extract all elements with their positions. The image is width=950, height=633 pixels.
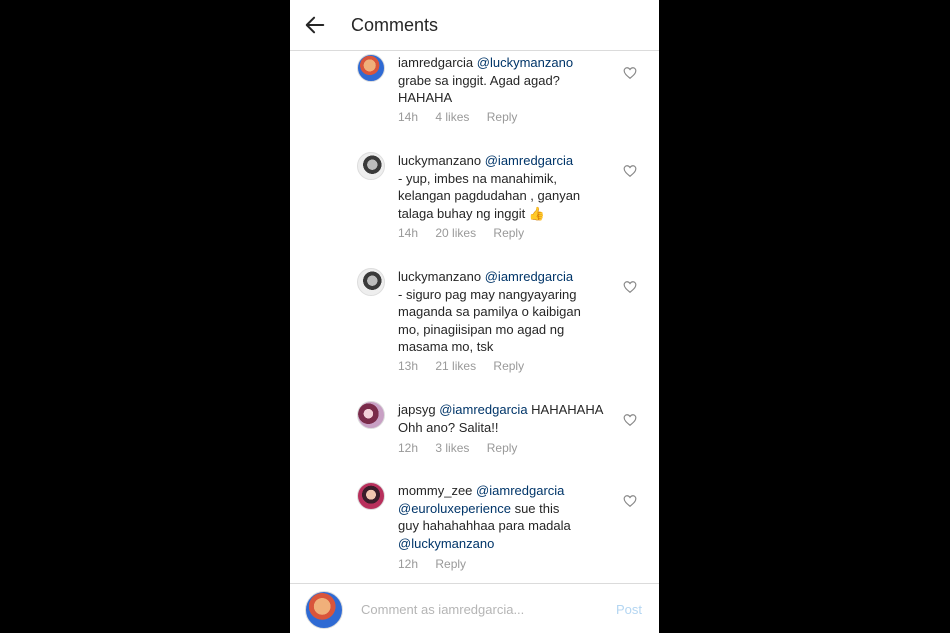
comment-time: 14h — [398, 110, 419, 124]
reply-button[interactable]: Reply — [435, 557, 466, 571]
comment-mention[interactable]: @euroluxeperience — [398, 501, 511, 516]
comment-text: mommy_zee @iamredgarcia @euroluxeperienc… — [398, 482, 618, 552]
comment-text: iamredgarcia @luckymanzano grabe sa ingg… — [398, 54, 618, 107]
comment-line: guy hahahahhaa para madala — [398, 518, 571, 533]
comment-meta: 13h 21 likes Reply — [398, 359, 538, 373]
comment-mention[interactable]: @iamredgarcia — [485, 269, 573, 284]
comment-username[interactable]: luckymanzano — [398, 269, 481, 284]
comment-line: maganda sa pamilya o kaibigan — [398, 304, 581, 319]
comment-meta: 14h 20 likes Reply — [398, 226, 538, 240]
comment-meta: 12h 3 likes Reply — [398, 441, 531, 455]
heart-icon[interactable] — [623, 280, 637, 294]
comment-mention[interactable]: @iamredgarcia — [485, 153, 573, 168]
reply-button[interactable]: Reply — [487, 110, 518, 124]
heart-icon[interactable] — [623, 494, 637, 508]
comment-username[interactable]: luckymanzano — [398, 153, 481, 168]
comment-likes[interactable]: 21 likes — [435, 359, 476, 373]
comment-mention[interactable]: @luckymanzano — [398, 536, 494, 551]
header-bar: Comments — [290, 0, 659, 51]
comment-text: luckymanzano @iamredgarcia - siguro pag … — [398, 268, 618, 356]
comment-line: talaga buhay ng inggit 👍 — [398, 205, 546, 221]
comment-mention[interactable]: @iamredgarcia — [439, 402, 527, 417]
comment-mention[interactable]: @luckymanzano — [477, 55, 573, 70]
comment-username[interactable]: iamredgarcia — [398, 55, 473, 70]
comment-line: kelangan pagdudahan , ganyan — [398, 188, 581, 203]
comment-line: HAHAHAHA — [531, 402, 604, 417]
comment-line: Ohh ano? Salita!! — [398, 419, 499, 435]
comment-text: japsyg @iamredgarcia HAHAHAHA Ohh ano? S… — [398, 401, 638, 436]
avatar — [305, 591, 343, 629]
comment-line: HAHAHA — [398, 90, 453, 105]
comment-username[interactable]: mommy_zee — [398, 483, 472, 498]
comment-line: - siguro pag may nangyayaring — [398, 286, 577, 302]
comment-line: masama mo, tsk — [398, 339, 494, 354]
avatar[interactable] — [357, 401, 385, 429]
comment-line: grabe sa inggit. Agad agad? — [398, 72, 560, 88]
page-title: Comments — [351, 15, 439, 35]
heart-icon[interactable] — [623, 66, 637, 80]
avatar[interactable] — [357, 268, 385, 296]
comment-meta: 12h Reply — [398, 557, 480, 571]
comment-line: - yup, imbes na manahimik, — [398, 170, 557, 186]
comment-time: 12h — [398, 557, 419, 571]
reply-button[interactable]: Reply — [493, 359, 524, 373]
post-button[interactable]: Post — [616, 602, 642, 617]
comment-time: 12h — [398, 441, 419, 455]
comment-likes[interactable]: 3 likes — [435, 441, 469, 455]
comment-input[interactable] — [361, 600, 591, 618]
comment-time: 14h — [398, 226, 419, 240]
avatar[interactable] — [357, 152, 385, 180]
avatar[interactable] — [357, 54, 385, 82]
comments-screen: Comments iamredgarcia @luckymanzano grab… — [290, 0, 659, 633]
comment-mention[interactable]: @iamredgarcia — [476, 483, 564, 498]
comment-likes[interactable]: 4 likes — [435, 110, 469, 124]
comment-meta: 14h 4 likes Reply — [398, 110, 531, 124]
comment-line: sue this — [514, 500, 560, 516]
arrow-left-icon[interactable] — [304, 14, 326, 36]
heart-icon[interactable] — [623, 164, 637, 178]
reply-button[interactable]: Reply — [493, 226, 524, 240]
reply-button[interactable]: Reply — [487, 441, 518, 455]
comment-composer: Post — [290, 583, 659, 633]
comment-text: luckymanzano @iamredgarcia - yup, imbes … — [398, 152, 618, 222]
comment-time: 13h — [398, 359, 419, 373]
comment-username[interactable]: japsyg — [398, 402, 436, 417]
comment-line: mo, pinagiisipan mo agad ng — [398, 321, 565, 337]
avatar[interactable] — [357, 482, 385, 510]
heart-icon[interactable] — [623, 413, 637, 427]
comment-likes[interactable]: 20 likes — [435, 226, 476, 240]
